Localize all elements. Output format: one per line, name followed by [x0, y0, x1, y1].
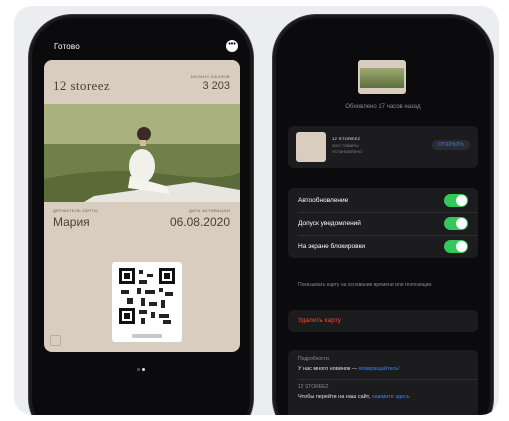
details-title: Подробности [298, 356, 329, 362]
page-dot [137, 368, 140, 371]
notifications-label: Допуск уведомлений [298, 220, 361, 227]
pass-sub-2: УСТАНОВЛЕНО [332, 149, 363, 154]
toggle-knob [456, 218, 467, 229]
holder-label: ДЕРЖАТЕЛЬ КАРТЫ [53, 208, 98, 213]
brand-info-prefix: Чтобы перейти на наш сайт, [298, 394, 372, 400]
thumbnail-photo [360, 68, 404, 88]
pass-brand: 12 storeez [53, 78, 111, 93]
brand-info-text: Чтобы перейти на наш сайт, нажмите здесь [298, 393, 470, 401]
pass-photo [44, 104, 240, 202]
balance-value: 3 203 [202, 80, 230, 92]
lock-screen-hint: Показывать карту на основании времени ил… [298, 282, 433, 288]
notifications-row: Допуск уведомлений [298, 213, 468, 235]
lock-screen-toggle[interactable] [444, 240, 468, 253]
lock-screen-label: На экране блокировки [298, 243, 366, 250]
page-indicator[interactable] [32, 358, 250, 376]
qr-code [112, 262, 182, 342]
activation-label: ДАТА АКТИВАЦИИ [189, 208, 230, 213]
phone-pass-details: Обновлено 17 часов назад 12 STOREEZ ЗОО … [276, 18, 490, 415]
toggle-knob [456, 241, 467, 252]
updated-text: Обновлено 17 часов назад [345, 104, 421, 110]
remove-pass-button[interactable]: Удалить карту [298, 317, 341, 324]
done-button[interactable]: Готово [54, 42, 80, 51]
pass-sub-1: ЗОО ТОВАРЫ [332, 143, 359, 148]
pass-mini-thumbnail [296, 132, 326, 162]
holder-value: Мария [53, 215, 90, 229]
qr-caption [132, 334, 162, 338]
pass-name: 12 STOREEZ [332, 136, 361, 141]
activation-value: 06.08.2020 [169, 215, 230, 229]
info-icon[interactable] [50, 335, 61, 346]
details-text: У нас много новинок — возвращайтесь! [298, 365, 470, 373]
auto-update-toggle[interactable] [444, 194, 468, 207]
balance-label: БАЛАНС БАЛЛОВ [191, 74, 230, 79]
loyalty-pass-card[interactable]: 12 storeez БАЛАНС БАЛЛОВ 3 203 ДЕРЖАТЕЛЬ… [44, 60, 240, 352]
auto-update-label: Автообновление [298, 197, 349, 204]
lock-screen-row: На экране блокировки [298, 236, 468, 258]
settings-group: Автообновление Допуск уведомлений На экр… [288, 188, 478, 258]
screenshot-frame: Готово ••• 12 storeez БАЛАНС БАЛЛОВ 3 20… [14, 6, 499, 415]
brand-info-title: 12 STOREEZ [298, 384, 329, 390]
details-link[interactable]: возвращайтесь! [359, 366, 400, 372]
divider [298, 379, 478, 380]
website-link[interactable]: нажмите здесь [372, 394, 410, 400]
pass-app-card: 12 STOREEZ ЗОО ТОВАРЫ УСТАНОВЛЕНО ОТКРЫТ… [288, 126, 478, 168]
phone-wallet-pass: Готово ••• 12 storeez БАЛАНС БАЛЛОВ 3 20… [32, 18, 250, 415]
details-text-prefix: У нас много новинок — [298, 366, 359, 372]
details-group: Подробности У нас много новинок — возвра… [288, 350, 478, 415]
pass-thumbnail [358, 60, 406, 94]
page-dot-active [142, 368, 145, 371]
toggle-knob [456, 195, 467, 206]
notifications-toggle[interactable] [444, 217, 468, 230]
ellipsis-circle-icon[interactable]: ••• [226, 40, 238, 52]
auto-update-row: Автообновление [298, 190, 468, 212]
remove-group: Удалить карту [288, 310, 478, 332]
open-button[interactable]: ОТКРЫТЬ [431, 140, 470, 150]
